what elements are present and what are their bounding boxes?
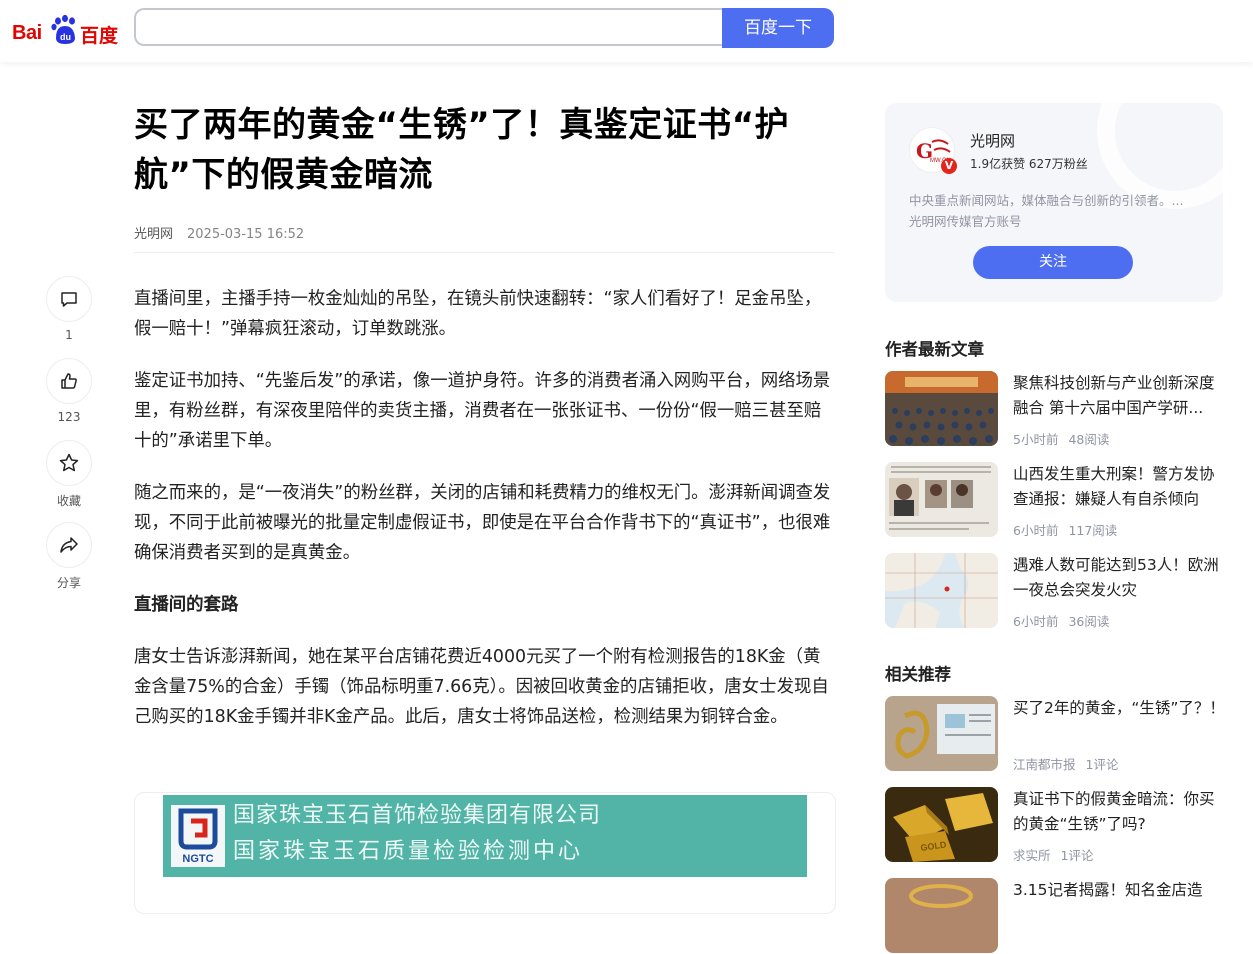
news-title[interactable]: 3.15记者揭露！知名金店造 [1013, 878, 1225, 903]
svg-text:NGTC: NGTC [182, 853, 213, 865]
favorite-label: 收藏 [56, 494, 81, 508]
news-meta: 6小时前 36阅读 [1013, 611, 1109, 630]
comment-action[interactable]: 1 [44, 276, 94, 358]
logo-text-bai: Bai [12, 22, 42, 44]
author-desc-line: 光明网传媒官方账号 [909, 214, 1022, 229]
logo-text-cn: 百度 [80, 25, 119, 47]
news-source: 江南都市报 [1013, 757, 1076, 772]
news-reads: 48阅读 [1068, 432, 1110, 447]
share-icon [60, 537, 78, 553]
article-date: 2025-03-15 16:52 [187, 227, 305, 242]
share-action[interactable]: 分享 [44, 522, 94, 604]
share-label: 分享 [56, 576, 81, 590]
gold-pendant-thumbnail [885, 696, 998, 771]
author-stats: 1.9亿获赞 627万粉丝 [970, 157, 1088, 171]
baidu-logo[interactable]: Bai du 百度 [12, 10, 119, 47]
certificate-org-name: 国家珠宝玉石首饰检验集团有限公司 [233, 803, 602, 828]
author-name[interactable]: 光明网 [970, 130, 1015, 151]
news-comments: 1评论 [1060, 848, 1094, 863]
search-input[interactable] [134, 8, 722, 46]
latest-article-item[interactable]: 聚焦科技创新与产业创新深度融合 第十六届中国产学研... 5小时前 48阅读 [885, 371, 1225, 447]
comment-icon [61, 292, 77, 307]
news-source: 求实所 [1013, 848, 1051, 863]
article-source[interactable]: 光明网 [134, 227, 173, 242]
comment-count: 1 [65, 328, 73, 342]
news-comments: 1评论 [1085, 757, 1119, 772]
article-meta: 光明网 2025-03-15 16:52 [134, 223, 304, 242]
paw-icon: du [51, 14, 75, 44]
related-article-item[interactable]: GOLD 真证书下的假黄金暗流：你买的黄金“生锈”了吗? 求实所 1评论 [885, 787, 1225, 863]
paragraph: 鉴定证书加持、“先鉴后发”的承诺，像一道护身符。许多的消费者涌入网购平台，网络场… [134, 371, 831, 451]
article-title: 买了两年的黄金“生锈”了！真鉴定证书“护航”下的假黄金暗流 [134, 105, 790, 195]
news-reads: 117阅读 [1068, 523, 1118, 538]
latest-article-item[interactable]: 山西发生重大刑案！警方发协查通报：嫌疑人有自杀倾向 6小时前 117阅读 [885, 462, 1225, 538]
like-count: 123 [57, 410, 81, 424]
paragraph: 直播间里，主播手持一枚金灿灿的吊坠，在镜头前快速翻转：“家人们看好了！足金吊坠，… [134, 289, 822, 339]
news-time: 6小时前 [1013, 523, 1059, 538]
article-body: 直播间里，主播手持一枚金灿灿的吊坠，在镜头前快速翻转：“家人们看好了！足金吊坠，… [134, 284, 834, 754]
author-description: 中央重点新闻网站，媒体融合与创新的引领者。... 光明网传媒官方账号 [909, 190, 1201, 232]
latest-articles-heading: 作者最新文章 [885, 340, 984, 359]
gold-bars-thumbnail: GOLD [885, 787, 998, 862]
paragraph: 随之而来的，是“一夜消失”的粉丝群，关闭的店铺和耗费精力的维权无门。澎湃新闻调查… [134, 483, 831, 563]
top-bar: Bai du 百度 百度一下 [0, 0, 1253, 62]
follow-button[interactable]: 关注 [973, 246, 1133, 279]
gold-bracelet-thumbnail [885, 878, 998, 953]
star-icon [59, 453, 79, 472]
search-button[interactable]: 百度一下 [722, 8, 834, 48]
ngtc-logo: NGTC [171, 805, 225, 867]
article-image[interactable]: NGTC 国家珠宝玉石首饰检验集团有限公司 国家珠宝玉石质量检验检测中心 [134, 792, 836, 914]
like-action[interactable]: 123 [44, 358, 94, 440]
author-card: G MW.CN V 光明网 1.9亿获赞 627万粉丝 中央重点新闻网站，媒体融… [885, 103, 1223, 302]
news-title[interactable]: 山西发生重大刑案！警方发协查通报：嫌疑人有自杀倾向 [1013, 462, 1225, 512]
news-title[interactable]: 真证书下的假黄金暗流：你买的黄金“生锈”了吗? [1013, 787, 1225, 837]
like-button[interactable] [46, 358, 92, 404]
certificate-header-image: NGTC 国家珠宝玉石首饰检验集团有限公司 国家珠宝玉石质量检验检测中心 [163, 795, 807, 877]
conference-thumbnail [885, 371, 998, 446]
related-heading: 相关推荐 [885, 665, 951, 684]
favorite-action[interactable]: 收藏 [44, 440, 94, 522]
share-button[interactable] [46, 522, 92, 568]
svg-text:du: du [60, 32, 71, 42]
article-subheading: 直播间的套路 [134, 595, 239, 615]
related-article-item[interactable]: 3.15记者揭露！知名金店造 [885, 878, 1225, 954]
news-meta: 5小时前 48阅读 [1013, 429, 1109, 448]
divider [134, 252, 834, 253]
wanted-notice-thumbnail [885, 462, 998, 537]
news-title[interactable]: 买了2年的黄金，“生锈”了？！ [1013, 696, 1225, 721]
paragraph: 唐女士告诉澎湃新闻，她在某平台店铺花费近4000元买了一个附有检测报告的18K金… [134, 647, 829, 727]
news-meta: 6小时前 117阅读 [1013, 520, 1117, 539]
author-desc-line: 中央重点新闻网站，媒体融合与创新的引领者。... [909, 193, 1184, 208]
like-icon [61, 373, 77, 389]
latest-article-item[interactable]: 遇难人数可能达到53人！欧洲一夜总会突发火灾 6小时前 36阅读 [885, 553, 1225, 629]
certificate-center-name: 国家珠宝玉石质量检验检测中心 [233, 839, 584, 864]
favorite-button[interactable] [46, 440, 92, 486]
comment-button[interactable] [46, 276, 92, 322]
news-meta: 求实所 1评论 [1013, 845, 1093, 864]
news-title[interactable]: 聚焦科技创新与产业创新深度融合 第十六届中国产学研... [1013, 371, 1225, 421]
news-title[interactable]: 遇难人数可能达到53人！欧洲一夜总会突发火灾 [1013, 553, 1225, 603]
action-rail: 1 123 收藏 分享 [44, 276, 94, 604]
map-thumbnail [885, 553, 998, 628]
news-reads: 36阅读 [1068, 614, 1110, 629]
verified-badge: V [941, 158, 957, 174]
news-time: 6小时前 [1013, 614, 1059, 629]
related-article-item[interactable]: 买了2年的黄金，“生锈”了？！ 江南都市报 1评论 [885, 696, 1225, 772]
news-time: 5小时前 [1013, 432, 1059, 447]
news-meta: 江南都市报 1评论 [1013, 754, 1118, 773]
